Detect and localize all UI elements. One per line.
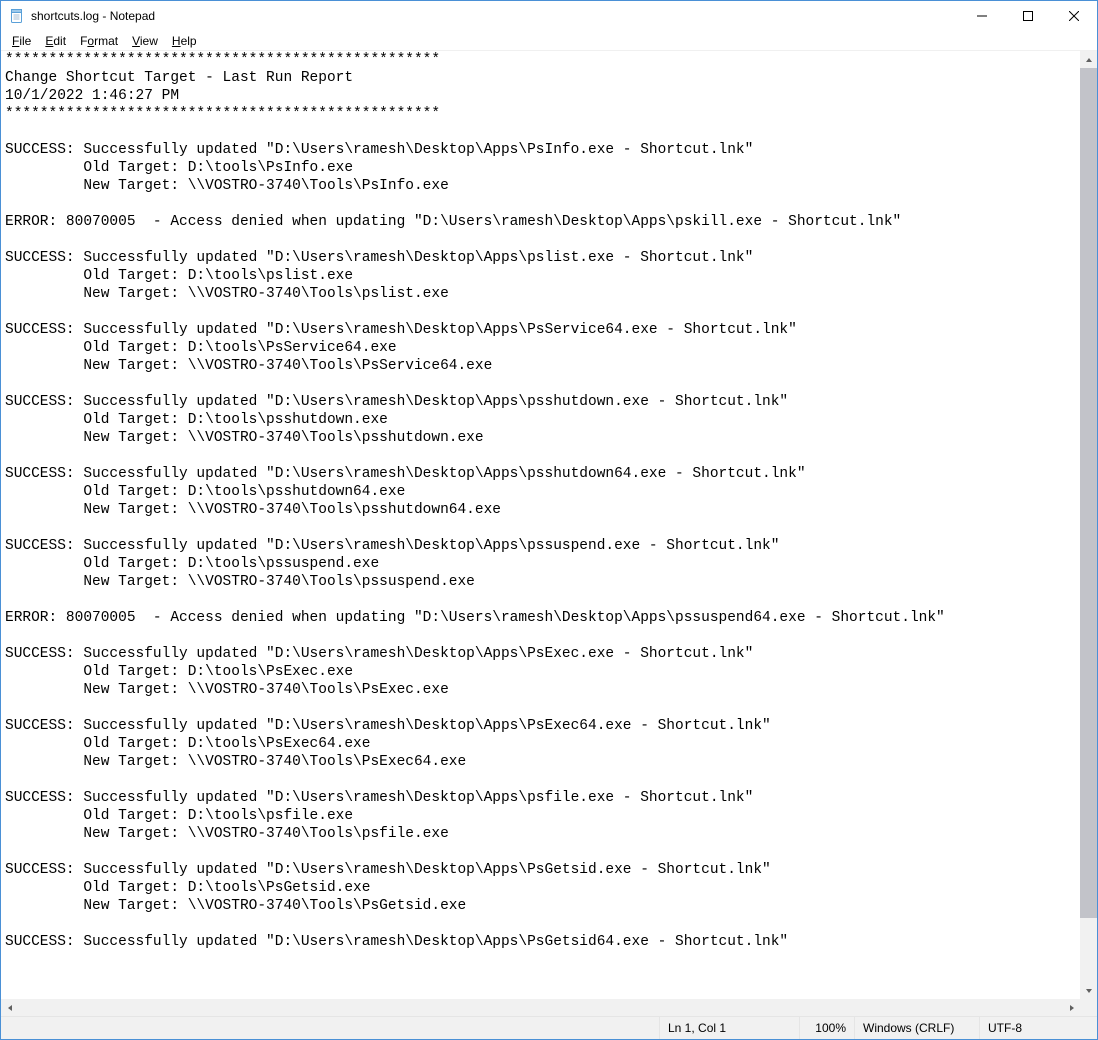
vertical-scroll-thumb[interactable]	[1080, 68, 1097, 918]
menu-view[interactable]: View	[125, 33, 165, 49]
scrollbar-corner	[1080, 999, 1097, 1016]
content-area: ****************************************…	[1, 50, 1097, 999]
vertical-scrollbar[interactable]	[1080, 51, 1097, 999]
vertical-scroll-track[interactable]	[1080, 68, 1097, 982]
menu-bar: File Edit Format View Help	[1, 31, 1097, 50]
notepad-window: shortcuts.log - Notepad File Edit Format…	[0, 0, 1098, 1040]
horizontal-scroll-track[interactable]	[18, 999, 1063, 1016]
minimize-button[interactable]	[959, 1, 1005, 31]
text-editor[interactable]: ****************************************…	[1, 51, 1080, 999]
status-encoding: UTF-8	[979, 1017, 1097, 1039]
scroll-left-arrow-icon[interactable]	[1, 999, 18, 1016]
scroll-up-arrow-icon[interactable]	[1080, 51, 1097, 68]
text-content[interactable]: ****************************************…	[5, 51, 1080, 951]
status-empty	[1, 1017, 659, 1039]
status-zoom: 100%	[799, 1017, 854, 1039]
maximize-button[interactable]	[1005, 1, 1051, 31]
menu-help[interactable]: Help	[165, 33, 204, 49]
menu-format[interactable]: Format	[73, 33, 125, 49]
horizontal-scrollbar[interactable]	[1, 999, 1097, 1016]
scroll-right-arrow-icon[interactable]	[1063, 999, 1080, 1016]
notepad-icon	[9, 8, 25, 24]
window-title: shortcuts.log - Notepad	[31, 9, 155, 23]
status-eol: Windows (CRLF)	[854, 1017, 979, 1039]
close-button[interactable]	[1051, 1, 1097, 31]
scroll-down-arrow-icon[interactable]	[1080, 982, 1097, 999]
status-bar: Ln 1, Col 1 100% Windows (CRLF) UTF-8	[1, 1016, 1097, 1039]
menu-edit[interactable]: Edit	[38, 33, 73, 49]
menu-file[interactable]: File	[5, 33, 38, 49]
title-bar[interactable]: shortcuts.log - Notepad	[1, 1, 1097, 31]
status-position: Ln 1, Col 1	[659, 1017, 799, 1039]
